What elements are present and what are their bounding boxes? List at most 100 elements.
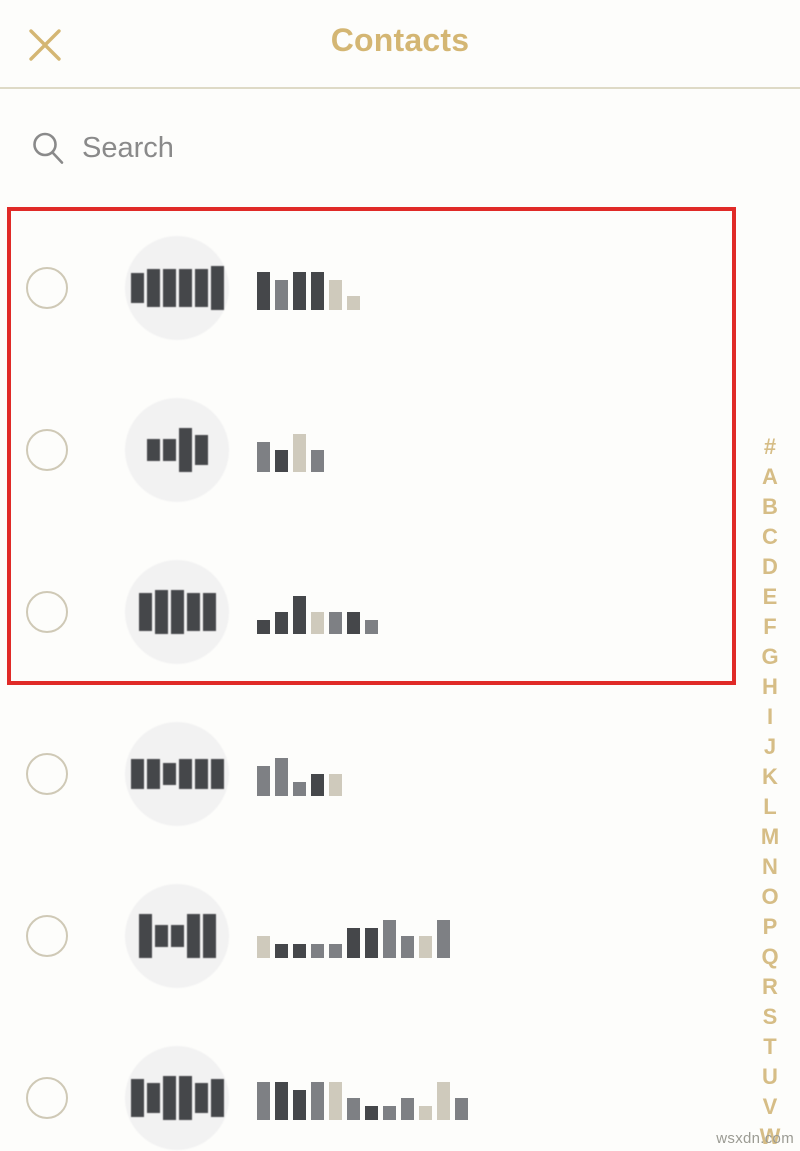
contact-row[interactable] — [0, 207, 760, 369]
alpha-index-letter[interactable]: J — [750, 732, 790, 762]
redacted-block — [383, 920, 396, 958]
contact-row[interactable] — [0, 1017, 760, 1151]
alpha-index-letter[interactable]: L — [750, 792, 790, 822]
redacted-block — [194, 435, 208, 465]
redacted-block — [293, 596, 306, 634]
redacted-block — [138, 593, 152, 631]
redacted-block — [162, 439, 176, 461]
redacted-block — [257, 442, 270, 472]
alpha-index-letter[interactable]: A — [750, 462, 790, 492]
redacted-block — [329, 944, 342, 958]
contact-row[interactable] — [0, 855, 760, 1017]
alpha-index-letter[interactable]: H — [750, 672, 790, 702]
redacted-block — [162, 1076, 176, 1120]
alpha-index-letter[interactable]: Q — [750, 942, 790, 972]
redacted-block — [202, 914, 216, 958]
redacted-block — [170, 925, 184, 947]
contact-row[interactable] — [0, 531, 760, 693]
contact-avatar — [125, 884, 229, 988]
contact-avatar — [125, 1046, 229, 1150]
redacted-block — [401, 1098, 414, 1120]
alphabet-index[interactable]: # A B C D E F G H I J K L M N O P Q R S T U V W — [750, 432, 790, 1151]
search-input[interactable] — [82, 131, 642, 165]
redacted-block — [146, 1083, 160, 1113]
alpha-index-letter[interactable]: B — [750, 492, 790, 522]
alpha-index-letter[interactable]: # — [750, 432, 790, 462]
redacted-block — [210, 759, 224, 789]
redacted-block — [365, 928, 378, 958]
redacted-block — [257, 936, 270, 958]
redacted-block — [194, 1083, 208, 1113]
search-icon — [30, 130, 66, 166]
redacted-block — [257, 1082, 270, 1120]
contact-select-checkbox[interactable] — [26, 267, 68, 309]
redacted-block — [186, 593, 200, 631]
search-bar[interactable] — [0, 89, 800, 207]
alpha-index-letter[interactable]: S — [750, 1002, 790, 1032]
alpha-index-letter[interactable]: C — [750, 522, 790, 552]
alpha-index-letter[interactable]: D — [750, 552, 790, 582]
alpha-index-letter[interactable]: N — [750, 852, 790, 882]
contact-avatar — [125, 560, 229, 664]
redacted-block — [293, 272, 306, 310]
contact-name — [257, 590, 378, 634]
redacted-block — [329, 612, 342, 634]
redacted-block — [419, 1106, 432, 1120]
alpha-index-letter[interactable]: U — [750, 1062, 790, 1092]
alpha-index-letter[interactable]: V — [750, 1092, 790, 1122]
redacted-block — [162, 763, 176, 785]
contact-select-checkbox[interactable] — [26, 429, 68, 471]
redacted-block — [275, 450, 288, 472]
contact-name — [257, 428, 324, 472]
contact-select-checkbox[interactable] — [26, 753, 68, 795]
redacted-block — [329, 1082, 342, 1120]
alpha-index-letter[interactable]: I — [750, 702, 790, 732]
contact-select-checkbox[interactable] — [26, 915, 68, 957]
redacted-block — [347, 296, 360, 310]
redacted-block — [130, 759, 144, 789]
redacted-block — [202, 593, 216, 631]
alpha-index-letter[interactable]: M — [750, 822, 790, 852]
contact-row[interactable] — [0, 693, 760, 855]
alpha-index-letter[interactable]: G — [750, 642, 790, 672]
redacted-block — [455, 1098, 468, 1120]
contact-avatar — [125, 236, 229, 340]
redacted-block — [146, 759, 160, 789]
redacted-block — [311, 1082, 324, 1120]
app-header: Contacts — [0, 0, 800, 89]
redacted-block — [257, 272, 270, 310]
watermark: wsxdn.com — [716, 1130, 794, 1147]
redacted-block — [275, 280, 288, 310]
redacted-block — [154, 590, 168, 634]
contact-select-checkbox[interactable] — [26, 591, 68, 633]
redacted-block — [275, 944, 288, 958]
redacted-block — [419, 936, 432, 958]
redacted-block — [178, 1076, 192, 1120]
page-title: Contacts — [330, 22, 470, 58]
redacted-block — [293, 944, 306, 958]
contact-row[interactable] — [0, 369, 760, 531]
redacted-block — [257, 620, 270, 634]
redacted-block — [347, 612, 360, 634]
redacted-block — [275, 1082, 288, 1120]
redacted-block — [257, 766, 270, 796]
contact-select-checkbox[interactable] — [26, 1077, 68, 1119]
redacted-block — [437, 1082, 450, 1120]
alpha-index-letter[interactable]: O — [750, 882, 790, 912]
redacted-block — [178, 269, 192, 307]
alpha-index-letter[interactable]: T — [750, 1032, 790, 1062]
contact-name — [257, 752, 342, 796]
alpha-index-letter[interactable]: R — [750, 972, 790, 1002]
alpha-index-letter[interactable]: E — [750, 582, 790, 612]
redacted-block — [178, 428, 192, 472]
redacted-block — [170, 590, 184, 634]
alpha-index-letter[interactable]: P — [750, 912, 790, 942]
contact-name — [257, 1076, 468, 1120]
contact-name — [257, 914, 450, 958]
redacted-block — [347, 1098, 360, 1120]
alpha-index-letter[interactable]: F — [750, 612, 790, 642]
redacted-block — [138, 914, 152, 958]
alpha-index-letter[interactable]: K — [750, 762, 790, 792]
redacted-block — [178, 759, 192, 789]
redacted-block — [146, 439, 160, 461]
